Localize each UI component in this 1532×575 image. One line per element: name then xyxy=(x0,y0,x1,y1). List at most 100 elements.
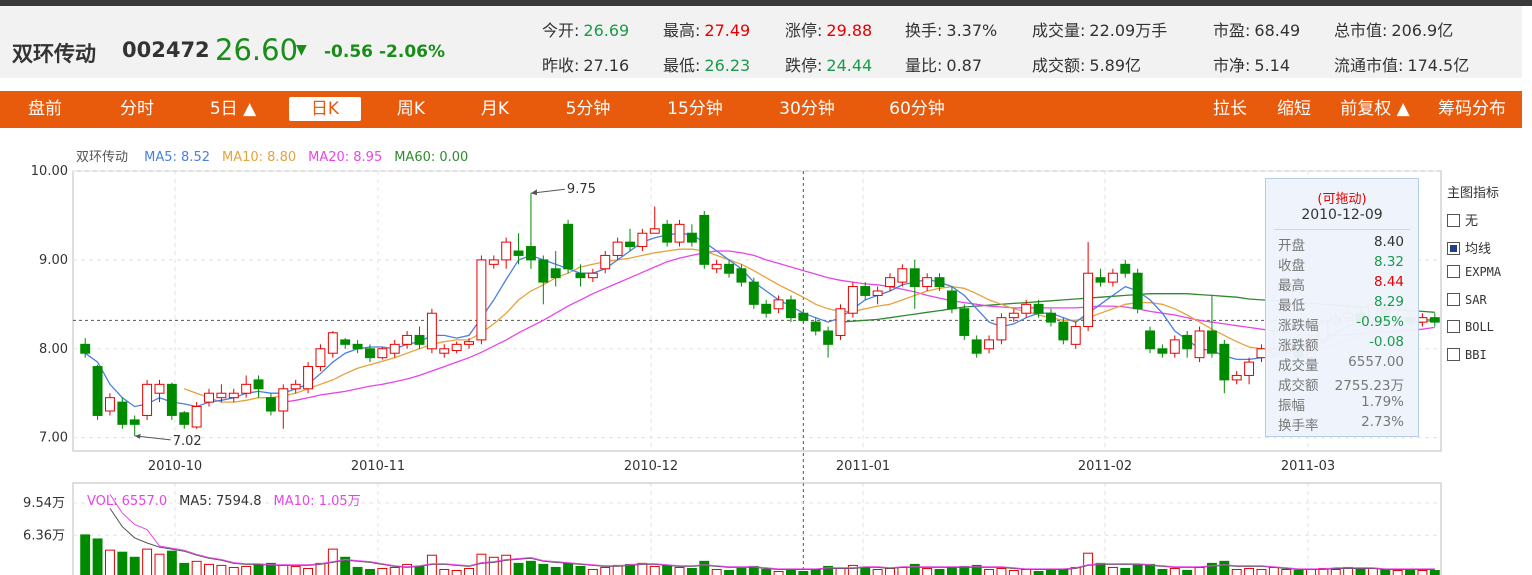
volume-bar xyxy=(525,560,536,575)
tooltip-row: 成交量 6557.00 xyxy=(1278,354,1404,374)
candle[interactable] xyxy=(166,382,177,420)
candle[interactable] xyxy=(637,228,648,251)
candle[interactable] xyxy=(785,295,796,323)
candle[interactable] xyxy=(823,326,834,358)
candle[interactable] xyxy=(1157,344,1168,358)
volume-bar xyxy=(1194,566,1205,575)
candle[interactable] xyxy=(228,388,239,403)
candle[interactable] xyxy=(761,299,772,318)
candle[interactable] xyxy=(563,219,574,274)
candle[interactable] xyxy=(748,277,759,309)
candle[interactable] xyxy=(1132,268,1143,314)
candle[interactable] xyxy=(699,211,710,269)
candle[interactable] xyxy=(1417,313,1428,327)
indicator-option-1[interactable]: 均线 xyxy=(1447,238,1491,257)
candle[interactable] xyxy=(711,259,722,274)
candle[interactable] xyxy=(1219,339,1230,394)
indicator-option-5[interactable]: BBI xyxy=(1447,347,1487,363)
candle[interactable] xyxy=(897,264,908,287)
candle[interactable] xyxy=(587,268,598,283)
candle[interactable] xyxy=(191,402,202,429)
candle[interactable] xyxy=(909,259,920,309)
candle[interactable] xyxy=(538,255,549,305)
candle[interactable] xyxy=(92,364,103,420)
candle[interactable] xyxy=(847,282,858,318)
candle[interactable] xyxy=(922,273,933,291)
candle[interactable] xyxy=(414,326,425,349)
candle[interactable] xyxy=(303,362,314,394)
candle[interactable] xyxy=(1169,335,1180,358)
checkbox-icon[interactable] xyxy=(1447,320,1460,333)
checkbox-icon[interactable] xyxy=(1447,214,1460,227)
candle[interactable] xyxy=(872,286,883,305)
candle[interactable] xyxy=(1095,268,1106,287)
candle-tooltip[interactable]: (可拖动) 2010-12-09 开盘 8.40 收盘 8.32 最高 8.44 最低 8.2… xyxy=(1265,178,1419,437)
candle[interactable] xyxy=(971,335,982,358)
candle[interactable] xyxy=(1107,268,1118,287)
candle[interactable] xyxy=(142,379,153,420)
candle[interactable] xyxy=(525,193,536,269)
candle[interactable] xyxy=(1206,295,1217,358)
candle[interactable] xyxy=(835,304,846,340)
candle[interactable] xyxy=(662,219,673,247)
candle[interactable] xyxy=(117,397,128,429)
candle[interactable] xyxy=(1194,326,1205,363)
checkbox-icon[interactable] xyxy=(1447,241,1460,255)
candle[interactable] xyxy=(649,206,660,234)
volume-bar xyxy=(290,565,301,575)
checkbox-icon[interactable] xyxy=(1447,292,1460,306)
candle[interactable] xyxy=(1429,313,1440,327)
candle[interactable] xyxy=(278,384,289,429)
candle[interactable] xyxy=(129,415,140,436)
indicator-option-4[interactable]: BOLL xyxy=(1447,320,1494,335)
candle[interactable] xyxy=(1120,259,1131,278)
candle[interactable] xyxy=(1058,317,1069,345)
candle[interactable] xyxy=(736,264,747,287)
candle[interactable] xyxy=(451,341,462,354)
candle[interactable] xyxy=(265,393,276,416)
price-plot-frame xyxy=(72,170,1442,452)
candle[interactable] xyxy=(377,347,388,360)
candle[interactable] xyxy=(612,237,623,260)
candle[interactable] xyxy=(1145,326,1155,354)
candle[interactable] xyxy=(959,304,970,340)
indicator-option-0[interactable]: 无 xyxy=(1447,210,1478,229)
checkbox-icon[interactable] xyxy=(1447,347,1460,361)
candle[interactable] xyxy=(179,411,190,429)
candle[interactable] xyxy=(352,339,363,354)
candle[interactable] xyxy=(996,313,1007,345)
candle[interactable] xyxy=(1083,242,1094,331)
candle[interactable] xyxy=(1244,357,1255,385)
candle[interactable] xyxy=(488,255,499,269)
candle[interactable] xyxy=(340,338,351,349)
candle[interactable] xyxy=(625,228,635,251)
candle[interactable] xyxy=(946,286,957,314)
candle[interactable] xyxy=(984,335,995,354)
candle[interactable] xyxy=(674,219,685,247)
candle[interactable] xyxy=(885,273,895,291)
candle[interactable] xyxy=(1182,331,1193,358)
candle[interactable] xyxy=(550,251,561,287)
indicator-option-2[interactable]: EXPMA xyxy=(1447,265,1501,280)
candle[interactable] xyxy=(439,344,450,358)
candle[interactable] xyxy=(327,331,338,358)
candle[interactable] xyxy=(1070,322,1081,349)
checkbox-icon[interactable] xyxy=(1447,265,1460,278)
volume-bar xyxy=(352,566,363,575)
candle[interactable] xyxy=(686,224,697,247)
indicator-option-3[interactable]: SAR xyxy=(1447,292,1487,308)
candle[interactable] xyxy=(290,379,301,394)
candle[interactable] xyxy=(315,344,326,371)
candle[interactable] xyxy=(389,339,400,358)
volume-legend-item: VOL: 6557.0 xyxy=(87,494,168,509)
candle[interactable] xyxy=(104,393,115,416)
candle[interactable] xyxy=(426,308,437,354)
candle[interactable] xyxy=(1046,308,1056,327)
candle[interactable] xyxy=(476,255,487,345)
candle[interactable] xyxy=(253,375,264,398)
candle[interactable] xyxy=(1231,371,1242,385)
volume-bar xyxy=(897,566,908,575)
candle[interactable] xyxy=(575,264,586,287)
tooltip-row: 最高 8.44 xyxy=(1278,274,1404,294)
candle[interactable] xyxy=(501,237,512,269)
